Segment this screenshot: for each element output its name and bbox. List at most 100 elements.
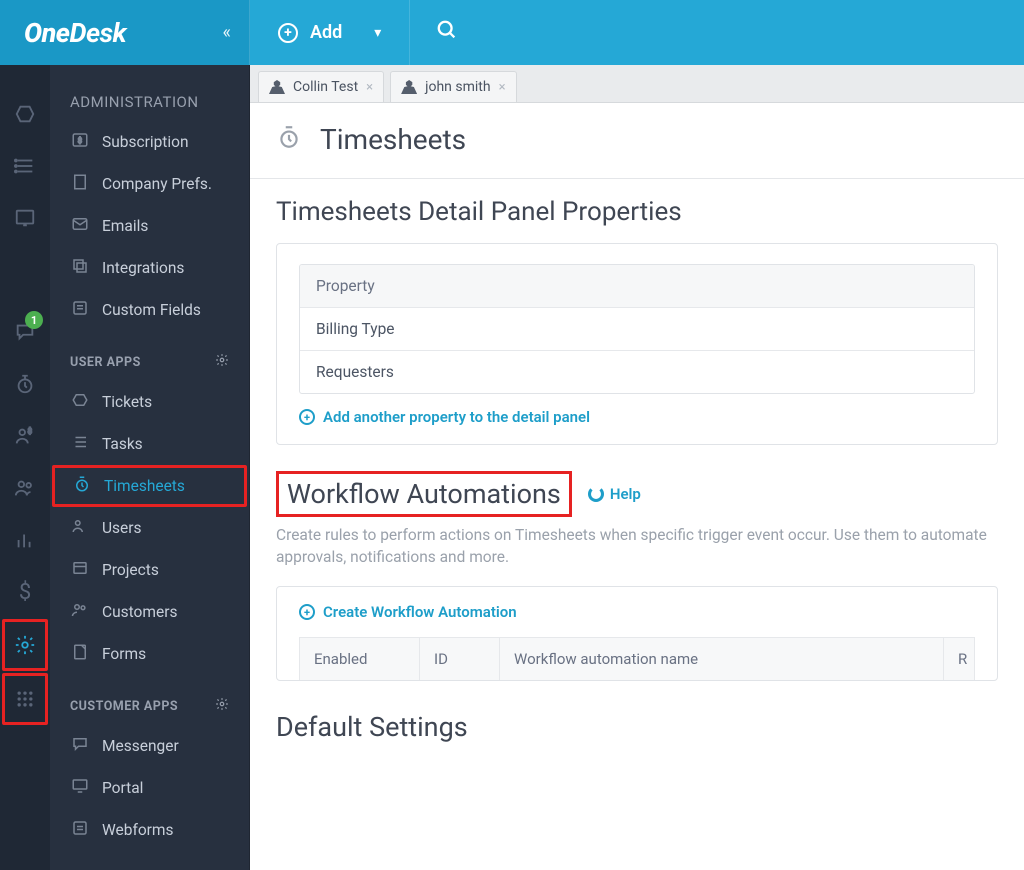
section-label: CUSTOMER APPS — [70, 699, 178, 714]
close-icon[interactable]: × — [499, 80, 506, 95]
ticket-icon — [70, 391, 90, 413]
col-name: Workflow automation name — [500, 638, 944, 680]
sidebar: ADMINISTRATION $ Subscription Company Pr… — [50, 65, 250, 870]
sidebar-item-portal[interactable]: Portal — [50, 767, 249, 809]
sidebar-item-label: Timesheets — [104, 477, 185, 495]
sidebar-item-projects[interactable]: Projects — [50, 549, 249, 591]
clock-icon — [72, 475, 92, 497]
sidebar-item-label: Users — [102, 519, 142, 537]
sidebar-item-webforms[interactable]: Webforms — [50, 809, 249, 851]
topbar: OneDesk « + Add ▾ — [0, 0, 1024, 65]
sidebar-item-label: Integrations — [102, 259, 184, 277]
rail-finance[interactable]: $ — [3, 567, 47, 617]
add-property-link[interactable]: + Add another property to the detail pan… — [299, 408, 975, 426]
rail-analytics[interactable] — [3, 193, 47, 243]
main: Collin Test × john smith × Timesheets Ti… — [250, 65, 1024, 870]
rail-messenger[interactable]: 1 — [3, 307, 47, 357]
sidebar-collapse-icon[interactable]: « — [223, 22, 231, 43]
forms-icon — [70, 643, 90, 665]
sidebar-item-messenger[interactable]: Messenger — [50, 725, 249, 767]
workflow-automations-title: Workflow Automations — [287, 478, 561, 510]
stack-icon — [70, 257, 90, 279]
rail-settings[interactable] — [2, 619, 48, 671]
sidebar-item-tasks[interactable]: Tasks — [50, 423, 249, 465]
tab-user-2[interactable]: john smith × — [390, 71, 516, 102]
brand-part1: One — [24, 17, 70, 49]
sidebar-item-emails[interactable]: Emails — [50, 205, 249, 247]
rail-tickets[interactable] — [3, 89, 47, 139]
sidebar-item-tickets[interactable]: Tickets — [50, 381, 249, 423]
highlight-box: Workflow Automations — [276, 471, 572, 517]
table-row[interactable]: Requesters — [300, 351, 974, 393]
detail-properties-card: Property Billing Type Requesters + Add a… — [276, 243, 998, 445]
person-icon — [401, 80, 417, 94]
col-id: ID — [420, 638, 500, 680]
divider — [250, 178, 1024, 179]
sidebar-item-label: Messenger — [102, 737, 179, 755]
dollar-icon: $ — [19, 580, 31, 605]
plus-circle-icon: + — [299, 604, 315, 620]
table-header-property: Property — [300, 265, 974, 308]
gear-icon[interactable] — [215, 353, 229, 371]
add-dropdown[interactable]: + Add ▾ — [250, 0, 410, 65]
page-title: Timesheets — [320, 123, 466, 156]
webform-icon — [70, 819, 90, 841]
brand-part2: Desk — [70, 17, 127, 49]
gear-icon[interactable] — [215, 697, 229, 715]
chevron-down-icon: ▾ — [374, 25, 381, 41]
search-button[interactable] — [410, 19, 484, 47]
rail-reports[interactable] — [3, 515, 47, 565]
plus-circle-icon: + — [299, 409, 315, 425]
sidebar-item-integrations[interactable]: Integrations — [50, 247, 249, 289]
rail-timesheets[interactable] — [3, 359, 47, 409]
sidebar-item-label: Emails — [102, 217, 148, 235]
plus-circle-icon: + — [278, 23, 298, 43]
rail-users-money[interactable]: $ — [3, 411, 47, 461]
svg-text:$: $ — [28, 426, 32, 435]
rail-customers[interactable] — [3, 463, 47, 513]
search-icon — [436, 19, 458, 41]
users-icon — [70, 517, 90, 539]
mail-icon — [70, 215, 90, 237]
close-icon[interactable]: × — [366, 80, 373, 95]
sidebar-item-forms[interactable]: Forms — [50, 633, 249, 675]
sidebar-item-label: Portal — [102, 779, 143, 797]
create-workflow-label: Create Workflow Automation — [323, 603, 517, 621]
section-detail-panel-title: Timesheets Detail Panel Properties — [276, 197, 998, 227]
tabs-bar: Collin Test × john smith × — [250, 65, 1024, 103]
clock-icon — [276, 124, 302, 156]
tab-label: john smith — [425, 79, 490, 95]
workflow-table-header: Enabled ID Workflow automation name R — [299, 637, 975, 680]
section-label: USER APPS — [70, 355, 141, 370]
sidebar-item-customers[interactable]: Customers — [50, 591, 249, 633]
sidebar-item-label: Custom Fields — [102, 301, 201, 319]
building-icon — [70, 173, 90, 195]
sidebar-item-custom-fields[interactable]: Custom Fields — [50, 289, 249, 331]
rail-apps-grid[interactable] — [2, 673, 48, 725]
project-icon — [70, 559, 90, 581]
chat-icon — [70, 735, 90, 757]
list-icon — [70, 433, 90, 455]
sidebar-item-users[interactable]: Users — [50, 507, 249, 549]
brand-logo[interactable]: OneDesk — [24, 17, 126, 49]
form-icon — [70, 299, 90, 321]
add-property-label: Add another property to the detail panel — [323, 408, 590, 426]
notification-badge: 1 — [25, 311, 43, 329]
rail-tasks[interactable] — [3, 141, 47, 191]
help-label: Help — [610, 485, 641, 503]
logo-area: OneDesk « — [0, 0, 250, 65]
create-workflow-link[interactable]: + Create Workflow Automation — [299, 603, 975, 621]
grid-icon — [15, 689, 35, 709]
tab-user-1[interactable]: Collin Test × — [258, 71, 384, 102]
sidebar-item-label: Customers — [102, 603, 177, 621]
sidebar-item-label: Tasks — [102, 435, 143, 453]
sidebar-item-subscription[interactable]: $ Subscription — [50, 121, 249, 163]
help-link[interactable]: Help — [588, 485, 641, 503]
sidebar-section-customer-apps: CUSTOMER APPS — [50, 675, 249, 725]
sidebar-item-company-prefs[interactable]: Company Prefs. — [50, 163, 249, 205]
col-enabled: Enabled — [300, 638, 420, 680]
gear-icon — [14, 634, 36, 656]
table-row[interactable]: Billing Type — [300, 308, 974, 351]
sidebar-item-timesheets[interactable]: Timesheets — [52, 465, 247, 507]
page-title-row: Timesheets — [276, 123, 998, 156]
